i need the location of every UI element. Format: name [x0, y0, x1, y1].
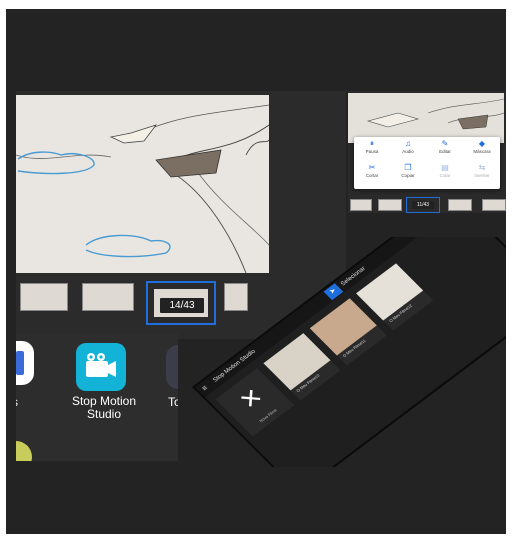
- tool-copy[interactable]: ❐ Copiar: [390, 163, 426, 187]
- tool-edit[interactable]: ✎ Editar: [427, 139, 463, 163]
- tool-label: Copiar: [401, 173, 415, 178]
- right-editor-panel: ⏸ Pausa ♫ Audio ✎ Editar ◆ Máscara ✂ Cor…: [348, 91, 506, 213]
- tool-label: Colar: [439, 173, 451, 178]
- app-icon-partial[interactable]: [166, 345, 178, 389]
- frame-thumbnail[interactable]: [20, 283, 68, 311]
- dock-app-icon[interactable]: [16, 441, 32, 461]
- menu-icon[interactable]: ≡: [200, 383, 211, 393]
- app-label: Stop Motion Studio: [71, 394, 137, 421]
- copy-icon: ❐: [404, 163, 412, 172]
- select-icon[interactable]: ➤: [323, 283, 344, 301]
- project-list-photo: ≡ Stop Motion Studio ➤ Selecionar ✕ Novo…: [184, 237, 506, 467]
- paste-icon: ▤: [441, 163, 449, 172]
- frame-strip[interactable]: 11/43: [348, 197, 506, 213]
- tool-audio[interactable]: ♫ Audio: [390, 139, 426, 163]
- app-label-partial: s: [16, 395, 18, 409]
- collage-canvas: 14/43 s Stop Motion Studio To: [6, 9, 506, 534]
- camera-icon: [86, 353, 116, 377]
- app-icon-partial[interactable]: [16, 341, 34, 385]
- frame-thumbnail[interactable]: [82, 283, 134, 311]
- app-launcher: s Stop Motion Studio To: [16, 333, 178, 461]
- tool-label: Máscara: [473, 149, 491, 154]
- select-button[interactable]: Selecionar: [339, 265, 367, 288]
- cut-icon: ✂: [368, 163, 376, 172]
- sketch-drawing: [366, 98, 504, 130]
- frame-thumbnail[interactable]: [350, 199, 372, 211]
- app-label-partial: To: [168, 395, 178, 409]
- audio-icon: ♫: [405, 139, 411, 148]
- frame-thumbnail[interactable]: [448, 199, 472, 211]
- edit-icon: ✎: [441, 139, 449, 148]
- tool-label: Cortar: [365, 173, 379, 178]
- tool-label: Editar: [439, 149, 451, 154]
- tool-label: Audio: [402, 149, 414, 154]
- frame-counter: 11/43: [412, 201, 434, 209]
- tool-label: Pausa: [365, 149, 379, 154]
- reverse-icon: ⇆: [478, 163, 486, 172]
- tool-paste[interactable]: ▤ Colar: [427, 163, 463, 187]
- tool-reverse[interactable]: ⇆ Inverter: [464, 163, 500, 187]
- stop-motion-studio-icon[interactable]: [76, 343, 126, 391]
- close-icon: ✕: [233, 383, 270, 415]
- tool-label: Inverter: [474, 173, 490, 178]
- frame-thumbnail[interactable]: [482, 199, 506, 211]
- eraser-icon: ◆: [478, 139, 486, 148]
- project-list-screen: ≡ Stop Motion Studio ➤ Selecionar ✕ Novo…: [192, 237, 506, 467]
- tool-pause[interactable]: ⏸ Pausa: [354, 139, 390, 163]
- frame-thumbnail[interactable]: [378, 199, 402, 211]
- tool-cut[interactable]: ✂ Cortar: [354, 163, 390, 187]
- frame-tool-menu: ⏸ Pausa ♫ Audio ✎ Editar ◆ Máscara ✂ Cor…: [354, 137, 500, 189]
- tool-mask[interactable]: ◆ Máscara: [464, 139, 500, 163]
- pause-icon: ⏸: [370, 139, 374, 148]
- right-frame-preview[interactable]: [348, 93, 504, 143]
- current-frame[interactable]: 11/43: [406, 197, 440, 213]
